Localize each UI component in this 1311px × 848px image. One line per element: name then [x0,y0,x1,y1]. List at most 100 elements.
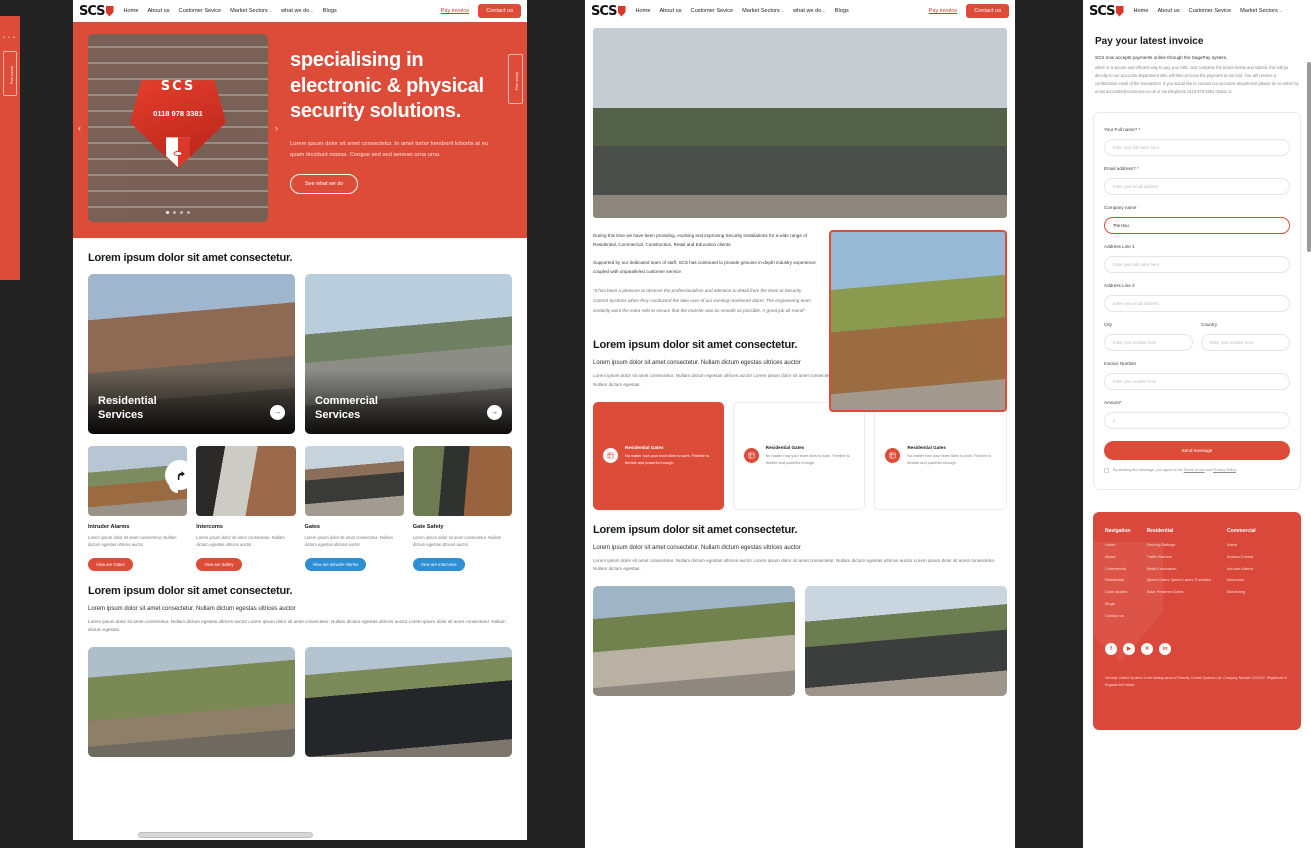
feature-card[interactable]: Residential Gates No matter how your tea… [874,401,1008,510]
footer-link[interactable]: Commercial [1105,566,1131,572]
nav-item-customer-service[interactable]: Customer Sevice [691,8,734,14]
nav-item-home[interactable]: Home [124,8,139,14]
footer-link[interactable]: About [1105,554,1131,560]
linkedin-icon[interactable]: in [1159,642,1171,655]
gallery-image[interactable] [805,585,1007,696]
send-message-button[interactable]: Send message [1104,440,1290,460]
country-input[interactable] [1201,333,1290,351]
nav-item-home[interactable]: Home [636,8,651,14]
carousel-dot[interactable] [187,211,190,214]
free-survey-tab-sliver[interactable]: Free survey [3,51,17,96]
gallery-image[interactable] [88,647,295,758]
nav-item-blogs[interactable]: Blogs [835,8,849,14]
product-button[interactable]: View are Gates [88,557,133,571]
carousel-dot[interactable] [180,211,183,214]
pay-invoice-link[interactable]: Pay invoice [441,8,470,14]
feature-card[interactable]: Residential Gates No matter how your tea… [732,401,866,510]
footer-link[interactable]: Traffic Barriers [1147,554,1211,560]
footer-link[interactable]: Case studies [1105,589,1131,595]
commercial-services-card[interactable]: Commercial Services → [305,274,512,434]
amount-input[interactable] [1104,411,1290,429]
vertical-scrollbar-p3[interactable] [1307,22,1311,848]
nav-item-what-we-do[interactable]: what we do⌄ [281,8,314,14]
free-survey-label: Free survey [515,72,519,90]
scrollbar-thumb[interactable] [1307,62,1311,252]
nav-item-customer-service[interactable]: Customer Sevice [1189,8,1232,14]
facebook-icon[interactable]: f [1105,642,1117,655]
footer-link[interactable]: Blogs [1105,601,1131,607]
product-button[interactable]: View are Safety [196,557,242,571]
footer-link[interactable]: Monitoring [1227,589,1256,595]
product-card-gate-safety: Gate Safety Lorem ipsum dolor sit amet c… [412,446,512,571]
product-desc: Lorem ipsum dolor sit amet consectetur. … [304,535,393,548]
scs-logo[interactable]: SCS [79,4,114,19]
full-name-input[interactable] [1104,138,1290,156]
footer-link[interactable]: Intercoms [1227,577,1256,583]
terms-of-use-link[interactable]: Terms of use [1184,468,1205,472]
arrow-right-icon[interactable]: → [270,405,285,420]
nav-label: Home [1133,8,1149,14]
carousel-dot[interactable] [166,211,169,214]
footer-link[interactable]: Contact us [1105,613,1131,619]
address-line-2-input[interactable] [1104,294,1290,312]
company-name-input[interactable] [1104,216,1290,234]
invoice-number-input[interactable] [1104,372,1290,390]
city-input[interactable] [1104,333,1193,351]
footer-link[interactable]: Metal Fabrication [1147,566,1211,572]
see-what-we-do-button[interactable]: See what we do [290,174,359,195]
footer-link[interactable]: Access Control [1227,554,1256,560]
product-button[interactable]: View are Intercoms [412,557,465,571]
nav-item-about[interactable]: About us [1157,8,1179,14]
terms-checkbox[interactable] [1104,467,1109,473]
footer-link[interactable]: Intruder Alarms [1227,566,1256,572]
feature-card-active[interactable]: Residential Gates No matter how your tea… [593,401,724,510]
product-button[interactable]: View are Intruder Alarms [304,557,367,571]
gallery-lead: Lorem ipsum dolor sit amet consectetur. … [88,605,296,612]
contact-us-button[interactable]: Contact us [966,4,1009,18]
carousel-next-icon[interactable]: › [275,123,278,133]
footer-link[interactable]: Alarm [1227,542,1256,548]
footer-link[interactable]: Residential [1105,577,1131,583]
nav-item-market-sectors[interactable]: Market Sectors⌄ [742,8,784,14]
scs-logo[interactable]: SCS [591,4,626,19]
x-twitter-icon[interactable]: ✕ [1141,642,1153,655]
nav-item-about[interactable]: About us [659,8,681,14]
scrollbar-thumb[interactable] [138,832,313,838]
nav-item-customer-service[interactable]: Customer Sevice [179,8,222,14]
carousel-prev-icon[interactable]: ‹ [78,123,81,133]
email-input[interactable] [1104,177,1290,195]
footer-link[interactable]: Fencing Railings [1147,542,1211,548]
horizontal-scrollbar-p1[interactable] [73,832,527,838]
field-label: Company name [1104,204,1137,210]
privacy-policy-link[interactable]: Privacy Policy [1213,468,1236,472]
chevron-down-icon: ⌄ [780,8,785,13]
nav-item-what-we-do[interactable]: what we do⌄ [793,8,826,14]
nav-item-blogs[interactable]: Blogs [323,8,337,14]
address-line-1-input[interactable] [1104,255,1290,273]
product-title: Gate Safety [412,524,444,530]
nav-item-market-sectors[interactable]: Market Sectors⌄ [1240,8,1282,14]
gallery-image[interactable] [305,647,512,758]
nav-item-market-sectors[interactable]: Market Sectors⌄ [230,8,272,14]
footer-legal-text: Security Control Systems is the trading … [1105,675,1287,687]
field-full-name: Your Full name? * [1104,127,1290,156]
youtube-icon[interactable]: ▶ [1123,642,1135,655]
arrow-right-icon[interactable]: → [487,405,502,420]
carousel-dot[interactable] [173,211,176,214]
product-photo [196,446,296,516]
footer-link[interactable]: Speed Gates Speed Lanes Turnstiles [1147,577,1211,583]
hero-paragraph: Lorem ipsum dolor sit amet consectetur. … [290,140,489,158]
contact-us-button[interactable]: Contact us [478,4,521,18]
nav-item-about[interactable]: About us [147,8,169,14]
residential-services-card[interactable]: Residential Services → [88,274,295,434]
footer-link[interactable]: Home [1105,542,1131,548]
pay-invoice-link[interactable]: Pay invoice [929,8,958,14]
gate-icon [603,448,618,464]
left-sliver-panel: • • • Free survey [0,0,20,848]
scs-logo[interactable]: SCS [1089,4,1124,19]
footer-link[interactable]: Solar Powered Gates [1147,589,1211,595]
nav-item-home[interactable]: Home [1134,8,1149,14]
viewport-desktop-panel: SCS Home About us Customer Sevice Market… [73,0,527,840]
free-survey-tab-p1[interactable]: Free survey [508,54,523,104]
gallery-image[interactable] [593,585,795,696]
